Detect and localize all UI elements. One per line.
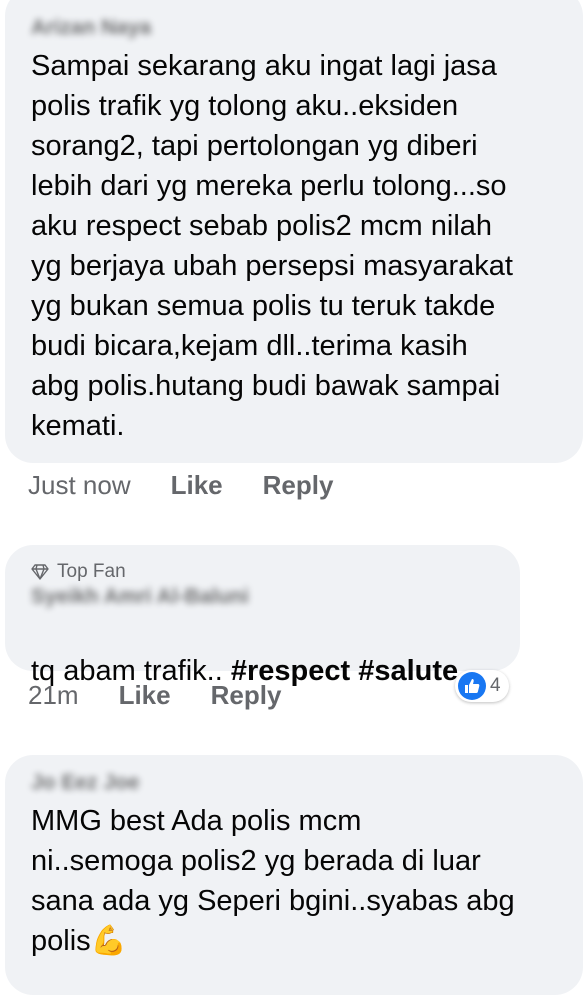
- comment-timestamp[interactable]: Just now: [28, 470, 131, 501]
- like-icon: [458, 672, 486, 700]
- top-fan-label: Top Fan: [57, 561, 126, 582]
- reaction-count-label: 4: [490, 675, 501, 696]
- hashtag-salute[interactable]: #salute: [358, 655, 458, 687]
- like-button[interactable]: Like: [119, 680, 171, 711]
- reaction-count[interactable]: 4: [455, 670, 509, 702]
- reply-button[interactable]: Reply: [263, 470, 334, 501]
- like-button[interactable]: Like: [171, 470, 223, 501]
- comment-author[interactable]: Syeikh Amri Al-Baluni: [31, 585, 496, 609]
- comment-actions-2: 21m Like Reply: [28, 680, 281, 711]
- diamond-icon: [31, 564, 49, 580]
- comment-bubble-2: Top Fan Syeikh Amri Al-Baluni tq abam tr…: [5, 545, 520, 687]
- comment-author[interactable]: Jo Eez Joe: [31, 771, 559, 795]
- comment-actions-1: Just now Like Reply: [28, 470, 333, 501]
- comment-bubble-1: Arizan Naya Sampai sekarang aku ingat la…: [5, 0, 583, 463]
- comment-author[interactable]: Arizan Naya: [31, 16, 559, 40]
- comment-text: Sampai sekarang aku ingat lagi jasa poli…: [31, 50, 513, 442]
- comment-bubble-3: Jo Eez Joe MMG best Ada polis mcm ni..se…: [5, 755, 583, 995]
- comment-text: MMG best Ada polis mcm ni..semoga polis2…: [31, 801, 559, 961]
- comment-text: tq abam trafik.. #respect #salute: [31, 611, 496, 691]
- top-fan-badge: Top Fan: [31, 561, 496, 583]
- comment-timestamp[interactable]: 21m: [28, 680, 79, 711]
- flexed-biceps-emoji: 💪: [90, 925, 127, 957]
- reply-button[interactable]: Reply: [211, 680, 282, 711]
